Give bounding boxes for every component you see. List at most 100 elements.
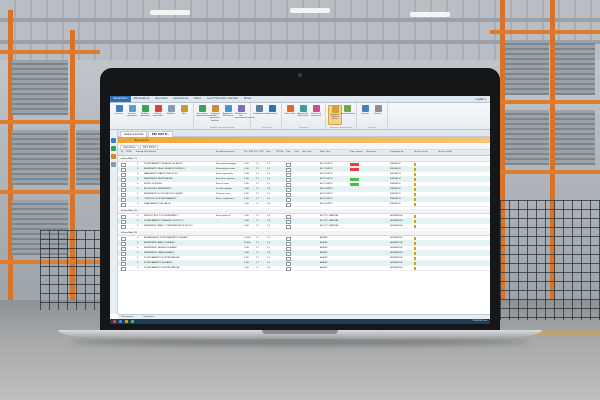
operation-time: 1,500: [244, 173, 250, 175]
edit-icon[interactable]: ✎: [137, 177, 139, 181]
user-menu[interactable]: LogiRC ▾: [475, 98, 490, 101]
edit-icon[interactable]: ✎: [137, 172, 139, 176]
operation-lcl: 1.1: [256, 183, 260, 185]
ribbon-button[interactable]: Inserisci: [113, 105, 125, 123]
edit-icon[interactable]: ✎: [137, 202, 139, 206]
column-header[interactable]: TTP We: [276, 150, 284, 155]
column-header[interactable]: Operatore: [366, 150, 377, 155]
ribbon-button[interactable]: Operazioni: [266, 105, 278, 123]
operation-lcl: 1.1: [256, 188, 260, 190]
edit-icon[interactable]: ✎: [137, 236, 139, 240]
folder-icon[interactable]: [125, 320, 128, 323]
operation-frequency: 1.0: [267, 252, 271, 254]
edit-icon[interactable]: ✎: [137, 162, 139, 166]
status-indicator: [350, 177, 359, 181]
table-row[interactable]: ✎ SGANCIAMENTO DEL PALLET 1,500 1.1 1.0 BLOCC…: [118, 202, 490, 208]
edit-icon[interactable]: ✎: [137, 219, 139, 223]
column-header[interactable]: Gestore (Prd): [438, 150, 452, 155]
edit-icon[interactable]: ✎: [137, 187, 139, 191]
column-header[interactable]: Id: [121, 150, 123, 155]
ribbon-button-label: Schede & Distinta Avvio: [330, 114, 340, 121]
column-header[interactable]: Gestore (Lav): [414, 150, 428, 155]
column-header[interactable]: OPDp: [126, 150, 132, 155]
column-header[interactable]: Freq.: [266, 150, 271, 155]
app-icon[interactable]: [131, 320, 134, 323]
flag-icon: [414, 256, 416, 260]
ribbon-button[interactable]: Filtri: [178, 105, 190, 123]
column-header[interactable]: Tipo istanza: [350, 150, 362, 155]
table-row[interactable]: ✎ INSERIMENTO ANELLO COMPENSATORE DI BLOC…: [118, 224, 490, 230]
ribbon-button[interactable]: Modifica: [165, 105, 177, 123]
ribbon-button[interactable]: Cambia di traffic operazione Fornitore: [209, 105, 221, 123]
ribbon-button[interactable]: Esporta: [359, 105, 371, 123]
edit-icon[interactable]: ✎: [137, 241, 139, 245]
title-tab[interactable]: Prove: [241, 96, 254, 102]
column-header[interactable]: Descrizione: [144, 150, 156, 155]
ribbon-button[interactable]: Esecuzione operazioni/distinte: [196, 105, 214, 123]
ribbon-button[interactable]: Blocchi: [372, 105, 384, 123]
calendar-icon[interactable]: [111, 154, 116, 159]
ribbon-group: Schede & Distinta Avvio Ambientazione Ambi…: [327, 103, 357, 129]
column-header[interactable]: Cdel.: [294, 150, 299, 155]
title-tab[interactable]: Risorsedi: [152, 96, 170, 102]
group-label: ▾ Piano Mdw: 1/1: [121, 158, 137, 160]
column-header[interactable]: Categoria Ho.: [390, 150, 404, 155]
row-flag-checkbox[interactable]: [286, 202, 291, 208]
edit-icon[interactable]: ✎: [137, 261, 139, 265]
edit-icon[interactable]: ✎: [137, 167, 139, 171]
edit-icon[interactable]: ✎: [137, 192, 139, 196]
title-tab[interactable]: ValueChain: [110, 96, 131, 102]
settings-icon[interactable]: [111, 162, 116, 167]
edit-icon[interactable]: ✎: [137, 197, 139, 201]
column-header[interactable]: Gen. Esp.: [302, 150, 312, 155]
title-tab[interactable]: Piano: [191, 96, 204, 102]
table-row[interactable]: ✎ POSIZIONAMENTO DI ATTREZZATURA 1,500 1.1 1…: [118, 266, 490, 272]
ribbon-button[interactable]: Aggiornate da Distinta: [222, 105, 234, 123]
operations-icon: [268, 105, 276, 112]
browser-icon[interactable]: [119, 320, 122, 323]
edit-icon[interactable]: ✎: [137, 266, 139, 270]
home-icon[interactable]: [111, 138, 116, 143]
operation-lcl: 1.1: [256, 203, 260, 205]
ribbon-button[interactable]: Preferiti di riferimento: [310, 105, 322, 123]
row-flag-checkbox[interactable]: [286, 266, 291, 272]
operation-lcl: 1.1: [256, 173, 260, 175]
operations-grid: ▾ Piano Mdw: 1/1 ✎ POSIZIONAMENTO FISSAGGI…: [118, 156, 490, 312]
column-header[interactable]: LCL C.PR.: [254, 150, 264, 155]
column-header[interactable]: Periodo operativo: [216, 150, 234, 155]
ribbon-button[interactable]: Ambientazione: [341, 105, 355, 123]
edit-icon[interactable]: ✎: [137, 214, 139, 218]
tree-icon[interactable]: [111, 146, 116, 151]
ribbon-button[interactable]: Schede & Distinta Avvio: [328, 105, 342, 125]
ribbon-button[interactable]: Elimina operazioni: [152, 105, 164, 123]
title-tab[interactable]: Operazione: [170, 96, 191, 102]
title-tab[interactable]: Lead Time Per Intervalli: [204, 96, 241, 102]
column-header[interactable]: TH - 3DE: [244, 150, 253, 155]
category-code: H0GRBF0742: [390, 220, 403, 222]
edit-icon[interactable]: ✎: [137, 256, 139, 260]
start-icon[interactable]: [113, 320, 116, 323]
row-checkbox[interactable]: [121, 266, 126, 272]
row-checkbox[interactable]: [121, 224, 126, 230]
edit-icon[interactable]: ✎: [137, 246, 139, 250]
operation-time: 1,500: [244, 183, 250, 185]
edit-icon[interactable]: ✎: [137, 182, 139, 186]
operation-description: RIBADIMENTO RIBATTITURA VICOLO: [144, 173, 178, 175]
ribbon-button[interactable]: Modifica con dati operazione/elemento: [235, 105, 255, 123]
column-header[interactable]: Num. Sea: [320, 150, 330, 155]
edit-icon[interactable]: ✎: [137, 224, 139, 228]
ribbon-button[interactable]: Configurazione: [253, 105, 267, 123]
ribbon-button[interactable]: Modifica operazioni: [139, 105, 151, 123]
row-checkbox[interactable]: [121, 202, 126, 208]
row-flag-checkbox[interactable]: [286, 224, 291, 230]
operation-description: INSERIMENTO PIN AL CALIBRO/CONTROLLO: [144, 168, 186, 170]
ribbon-button[interactable]: Viste Colori: [284, 105, 296, 123]
edit-icon[interactable]: ✎: [137, 251, 139, 255]
ribbon-group: Esporta Blocchi Gestione: [358, 103, 388, 129]
column-header[interactable]: Tipo: [286, 150, 290, 155]
ribbon-button[interactable]: Associa Per ValueChain: [297, 105, 309, 123]
title-tab[interactable]: Attrezzature: [131, 96, 153, 102]
column-header[interactable]: Immag.: [136, 150, 144, 155]
ribbon-button[interactable]: Inserisci operazioni: [126, 105, 138, 123]
operation-frequency: 1.0: [267, 225, 271, 227]
